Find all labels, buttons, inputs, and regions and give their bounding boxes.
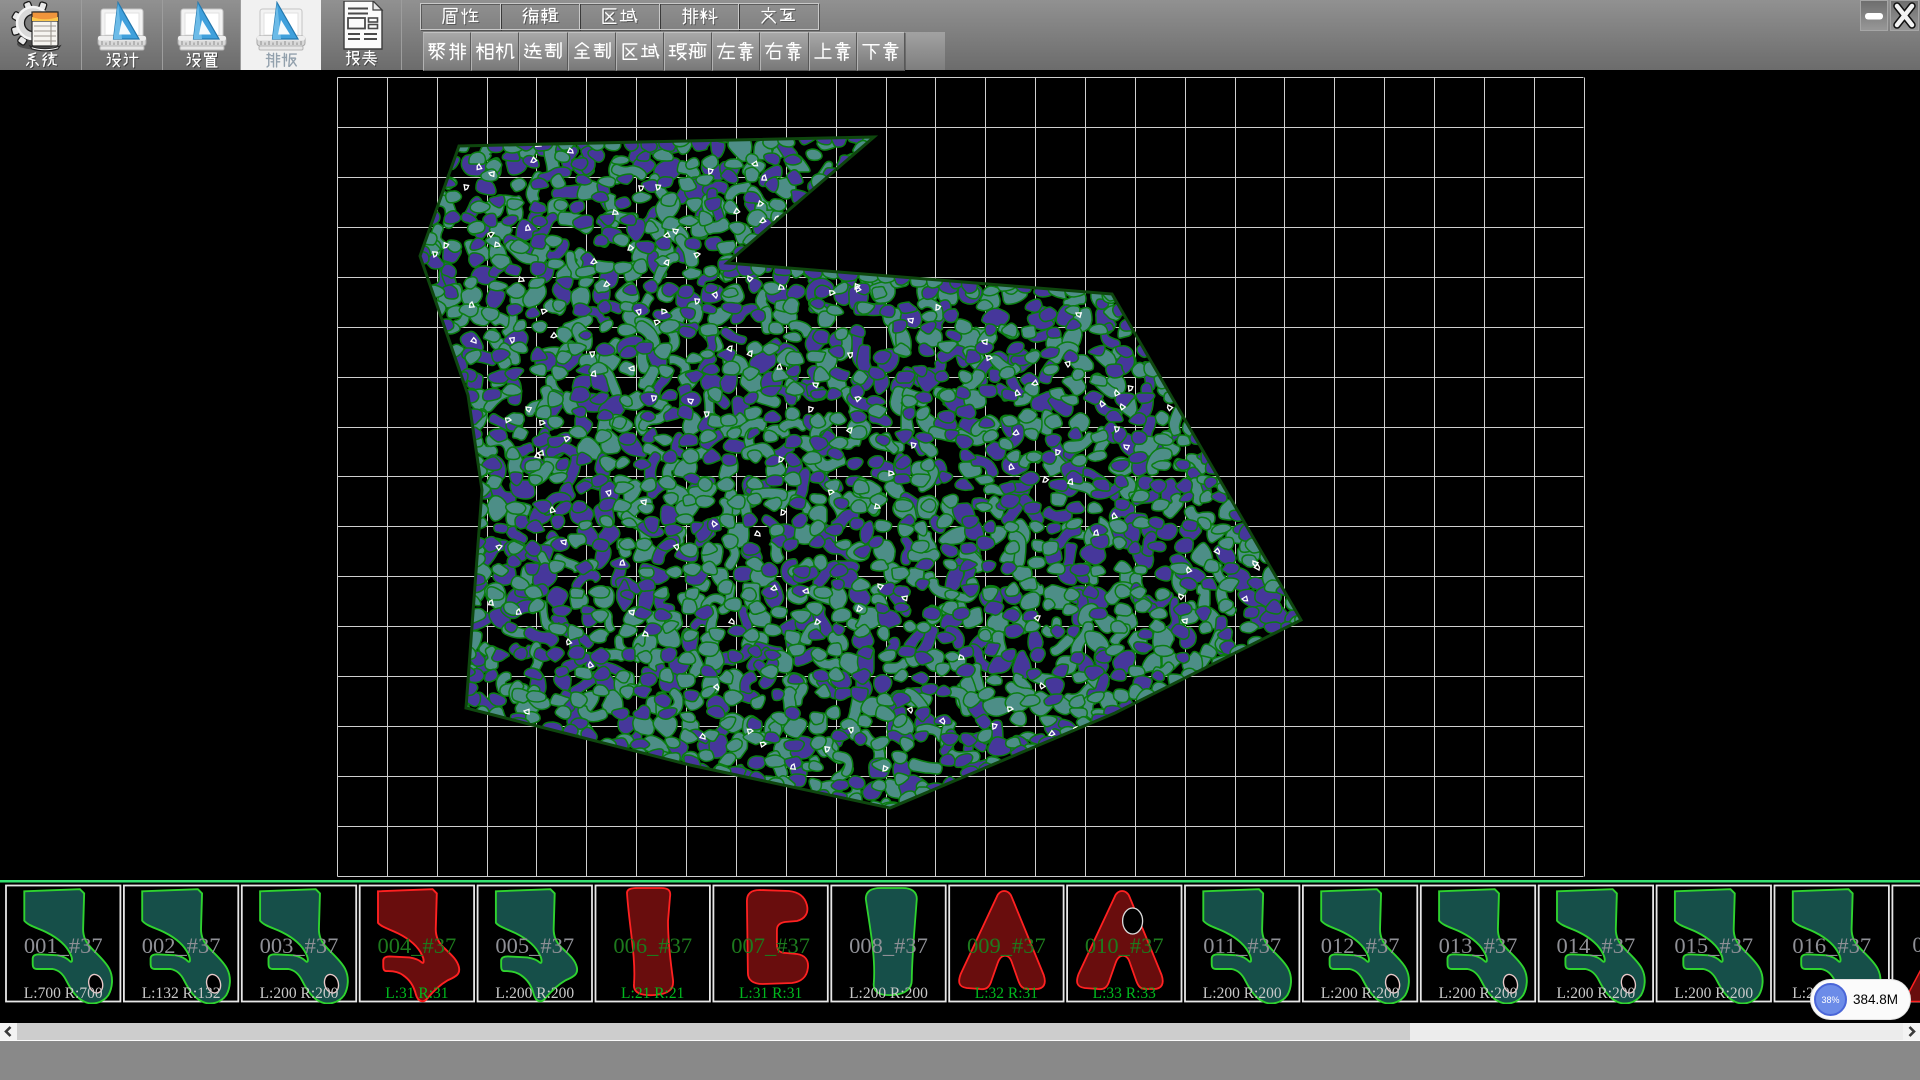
svg-text:L:31 R:31: L:31 R:31 [385, 985, 448, 1002]
svg-text:011_#37: 011_#37 [1203, 933, 1281, 958]
svg-text:L:200 R:200: L:200 R:200 [1674, 985, 1753, 1002]
svg-text:004_#37: 004_#37 [378, 933, 457, 958]
svg-text:013_#37: 013_#37 [1439, 933, 1518, 958]
svg-text:L:700 R:700: L:700 R:700 [24, 985, 103, 1002]
svg-text:L:21 R:21: L:21 R:21 [621, 985, 684, 1002]
svg-text:L:200 R:200: L:200 R:200 [1321, 985, 1400, 1002]
svg-text:L:200 R:200: L:200 R:200 [260, 985, 339, 1002]
svg-text:001_#37: 001_#37 [24, 933, 103, 958]
svg-text:009_#37: 009_#37 [967, 933, 1046, 958]
svg-text:007_#37: 007_#37 [731, 933, 810, 958]
svg-text:008_#37: 008_#37 [849, 933, 928, 958]
svg-text:L:200 R:200: L:200 R:200 [849, 985, 928, 1002]
svg-text:L:200 R:200: L:200 R:200 [1557, 985, 1636, 1002]
svg-text:002_#37: 002_#37 [142, 933, 221, 958]
svg-text:L:200 R:200: L:200 R:200 [1439, 985, 1518, 1002]
svg-text:L:31 R:31: L:31 R:31 [739, 985, 802, 1002]
svg-text:016_#37: 016_#37 [1792, 933, 1871, 958]
svg-text:015_#37: 015_#37 [1674, 933, 1753, 958]
svg-text:010_#37: 010_#37 [1085, 933, 1164, 958]
svg-text:003_#37: 003_#37 [260, 933, 339, 958]
svg-text:006_#37: 006_#37 [613, 933, 692, 958]
svg-text:014_#37: 014_#37 [1557, 933, 1636, 958]
svg-text:01: 01 [1912, 932, 1920, 957]
svg-text:L:33 R:33: L:33 R:33 [1093, 985, 1157, 1002]
svg-text:005_#37: 005_#37 [495, 933, 574, 958]
svg-text:012_#37: 012_#37 [1321, 933, 1400, 958]
svg-text:L:132 R:132: L:132 R:132 [142, 985, 221, 1002]
svg-text:L:200 R:200: L:200 R:200 [1203, 985, 1282, 1002]
svg-text:L:200 R:200: L:200 R:200 [495, 985, 574, 1002]
svg-text:L:32 R:31: L:32 R:31 [975, 985, 1038, 1002]
